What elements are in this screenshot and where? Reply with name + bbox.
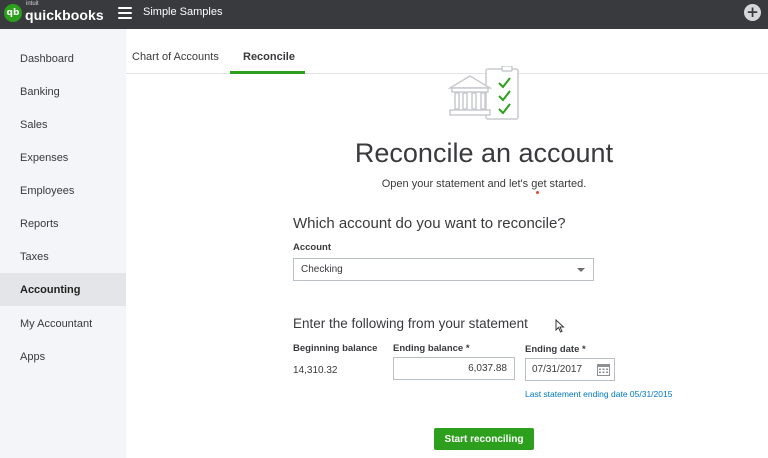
beginning-balance-value: 14,310.32 [293, 365, 338, 376]
page-title: Reconcile an account [354, 138, 614, 168]
sidebar-item-employees[interactable]: Employees [0, 174, 126, 207]
sidebar-item-apps[interactable]: Apps [0, 340, 126, 373]
ending-balance-label: Ending balance * [393, 343, 470, 354]
sidebar-item-banking[interactable]: Banking [0, 75, 126, 108]
sidebar-item-expenses[interactable]: Expenses [0, 141, 126, 174]
statement-heading: Enter the following from your statement [293, 316, 528, 331]
start-reconciling-button[interactable]: Start reconciling [434, 428, 534, 450]
calendar-icon[interactable] [597, 363, 610, 376]
account-select[interactable]: Checking [293, 258, 594, 281]
sidebar-item-my-accountant[interactable]: My Accountant [0, 307, 126, 340]
tab-chart-of-accounts[interactable]: Chart of Accounts [132, 51, 219, 63]
plus-icon[interactable]: + [744, 4, 761, 21]
sidebar-item-dashboard[interactable]: Dashboard [0, 42, 126, 75]
top-bar: qb intuit quickbooks Simple Samples + [0, 0, 768, 29]
ending-balance-input[interactable]: 6,037.88 [393, 357, 515, 380]
hamburger-menu-icon[interactable] [118, 7, 132, 19]
sidebar-item-accounting[interactable]: Accounting [0, 273, 126, 306]
quickbooks-logo[interactable]: qb intuit quickbooks [4, 1, 104, 23]
ending-date-input[interactable]: 07/31/2017 [525, 358, 615, 381]
account-question: Which account do you want to reconcile? [293, 215, 566, 232]
sidebar-item-taxes[interactable]: Taxes [0, 240, 126, 273]
tab-reconcile[interactable]: Reconcile [243, 51, 295, 63]
account-label: Account [293, 242, 331, 253]
red-dot-marker [536, 191, 539, 194]
logo-quickbooks-text: quickbooks [25, 7, 104, 23]
page-subtitle: Open your statement and let's get starte… [381, 178, 587, 190]
quickbooks-logo-icon: qb [4, 4, 22, 22]
bank-checklist-icon [447, 66, 519, 120]
ending-date-value: 07/31/2017 [532, 364, 583, 375]
ending-date-label: Ending date * [525, 344, 586, 355]
active-tab-indicator [230, 71, 305, 74]
dropdown-caret-icon [577, 268, 585, 272]
sidebar: Dashboard Banking Sales Expenses Employe… [0, 29, 126, 458]
company-name: Simple Samples [143, 6, 223, 18]
mouse-cursor-icon [555, 319, 565, 333]
beginning-balance-label: Beginning balance [293, 343, 378, 354]
last-statement-link[interactable]: Last statement ending date 05/31/2015 [525, 389, 672, 399]
account-select-value: Checking [301, 264, 343, 275]
logo-intuit-text: intuit [26, 1, 39, 7]
sidebar-item-reports[interactable]: Reports [0, 207, 126, 240]
sidebar-item-sales[interactable]: Sales [0, 108, 126, 141]
